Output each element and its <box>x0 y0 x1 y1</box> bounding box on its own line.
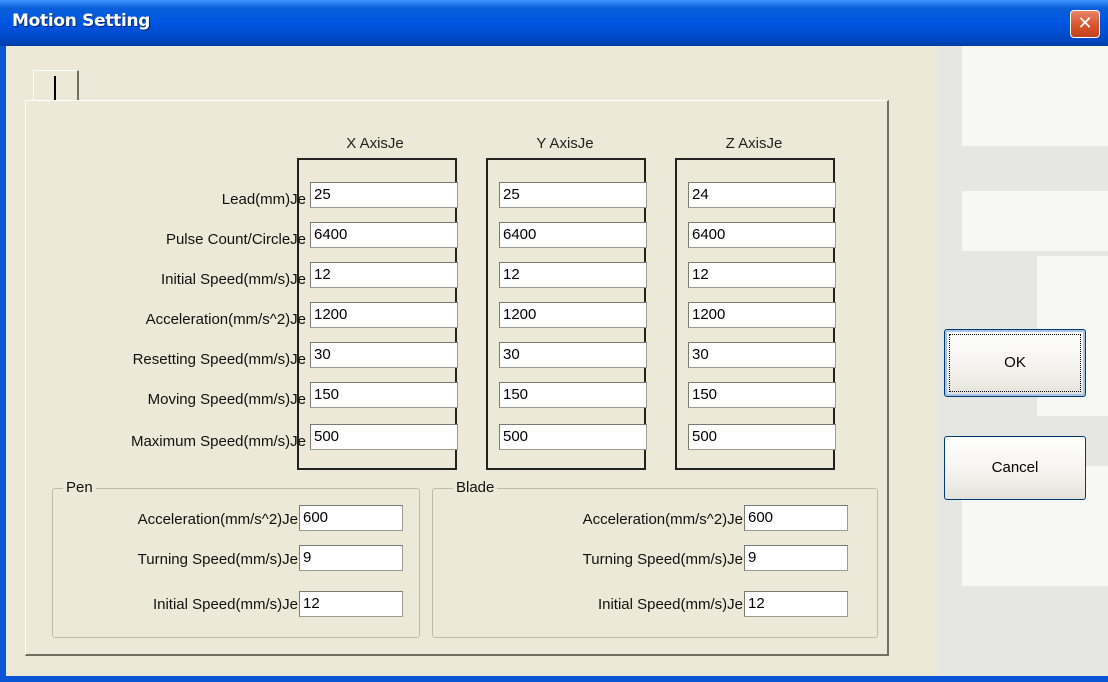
pen-group-title: Pen <box>63 479 96 496</box>
pen-acceleration-field[interactable]: 600 <box>299 505 403 531</box>
y-maximum-speed-field[interactable]: 500 <box>499 424 647 450</box>
window-frame-bottom <box>0 676 1108 682</box>
y-pulse-count-field[interactable]: 6400 <box>499 222 647 248</box>
z-lead-field[interactable]: 24 <box>688 182 836 208</box>
x-acceleration-field[interactable]: 1200 <box>310 302 458 328</box>
pen-initial-speed-field[interactable]: 12 <box>299 591 403 617</box>
blade-initial-speed-label: Initial Speed(mm/s)Je <box>597 596 743 613</box>
x-pulse-count-field[interactable]: 6400 <box>310 222 458 248</box>
x-initial-speed-field[interactable]: 12 <box>310 262 458 288</box>
text-cursor <box>54 76 56 102</box>
y-initial-speed-field[interactable]: 12 <box>499 262 647 288</box>
z-moving-speed-field[interactable]: 150 <box>688 382 836 408</box>
blade-acceleration-label: Acceleration(mm/s^2)Je <box>582 511 743 528</box>
z-pulse-count-field[interactable]: 6400 <box>688 222 836 248</box>
row-label-resetting-speed: Resetting Speed(mm/s)Je <box>132 351 306 368</box>
row-label-lead: Lead(mm)Je <box>221 191 306 208</box>
x-lead-field[interactable]: 25 <box>310 182 458 208</box>
z-maximum-speed-field[interactable]: 500 <box>688 424 836 450</box>
pen-turning-speed-label: Turning Speed(mm/s)Je <box>137 551 298 568</box>
row-label-pulse-count: Pulse Count/CircleJe <box>165 231 306 248</box>
x-moving-speed-field[interactable]: 150 <box>310 382 458 408</box>
blade-turning-speed-field[interactable]: 9 <box>744 545 848 571</box>
z-resetting-speed-field[interactable]: 30 <box>688 342 836 368</box>
z-axis-header: Z AxisJe <box>725 135 783 152</box>
window-title: Motion Setting <box>12 11 151 31</box>
pen-acceleration-label: Acceleration(mm/s^2)Je <box>137 511 298 528</box>
y-lead-field[interactable]: 25 <box>499 182 647 208</box>
ok-button[interactable]: OK <box>944 329 1086 397</box>
cancel-button[interactable]: Cancel <box>944 436 1086 500</box>
pen-initial-speed-label: Initial Speed(mm/s)Je <box>152 596 298 613</box>
x-resetting-speed-field[interactable]: 30 <box>310 342 458 368</box>
y-resetting-speed-field[interactable]: 30 <box>499 342 647 368</box>
blade-turning-speed-label: Turning Speed(mm/s)Je <box>582 551 743 568</box>
cancel-button-label: Cancel <box>991 459 1039 476</box>
row-label-acceleration: Acceleration(mm/s^2)Je <box>145 311 306 328</box>
y-acceleration-field[interactable]: 1200 <box>499 302 647 328</box>
row-label-initial-speed: Initial Speed(mm/s)Je <box>160 271 306 288</box>
tab-motion[interactable] <box>33 70 79 102</box>
blade-acceleration-field[interactable]: 600 <box>744 505 848 531</box>
ok-button-label: OK <box>1004 354 1026 371</box>
row-label-moving-speed: Moving Speed(mm/s)Je <box>147 391 306 408</box>
x-maximum-speed-field[interactable]: 500 <box>310 424 458 450</box>
y-axis-header: Y AxisJe <box>536 135 594 152</box>
z-initial-speed-field[interactable]: 12 <box>688 262 836 288</box>
window-frame-left <box>0 46 6 682</box>
z-acceleration-field[interactable]: 1200 <box>688 302 836 328</box>
pen-turning-speed-field[interactable]: 9 <box>299 545 403 571</box>
row-label-maximum-speed: Maximum Speed(mm/s)Je <box>130 433 306 450</box>
x-axis-header: X AxisJe <box>346 135 404 152</box>
blade-group-title: Blade <box>453 479 498 496</box>
title-bar[interactable]: Motion Setting ✕ <box>0 0 1108 46</box>
close-icon[interactable]: ✕ <box>1070 10 1100 38</box>
y-moving-speed-field[interactable]: 150 <box>499 382 647 408</box>
blade-initial-speed-field[interactable]: 12 <box>744 591 848 617</box>
